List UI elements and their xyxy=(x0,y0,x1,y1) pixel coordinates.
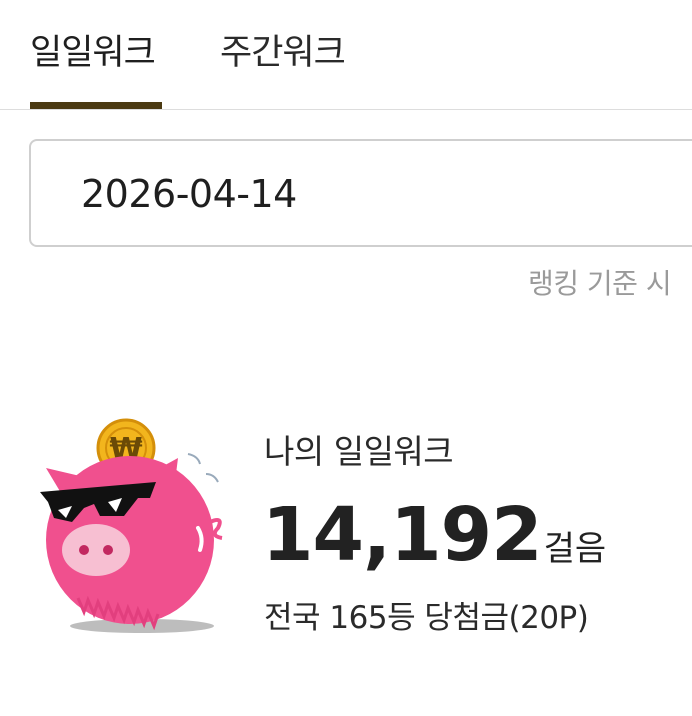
pig-coin-icon: ₩ xyxy=(38,418,238,636)
date-selector[interactable]: 2026-04-14 xyxy=(29,139,692,247)
step-count: 14,192걸음 xyxy=(262,490,606,580)
ranking-basis-note: 랭킹 기준 시 xyxy=(528,267,672,300)
tab-daily-walk[interactable]: 일일워크 xyxy=(30,28,156,78)
step-count-unit: 걸음 xyxy=(543,529,607,569)
date-value: 2026-04-14 xyxy=(81,172,297,216)
my-daily-walk-label: 나의 일일워크 xyxy=(264,432,454,471)
tab-bar: 일일워크 주간워크 xyxy=(0,0,692,110)
step-count-value: 14,192 xyxy=(262,492,543,578)
tab-weekly-walk[interactable]: 주간워크 xyxy=(220,28,346,78)
tabs-divider xyxy=(0,109,692,110)
national-rank-prize: 전국 165등 당첨금(20P) xyxy=(264,600,589,636)
